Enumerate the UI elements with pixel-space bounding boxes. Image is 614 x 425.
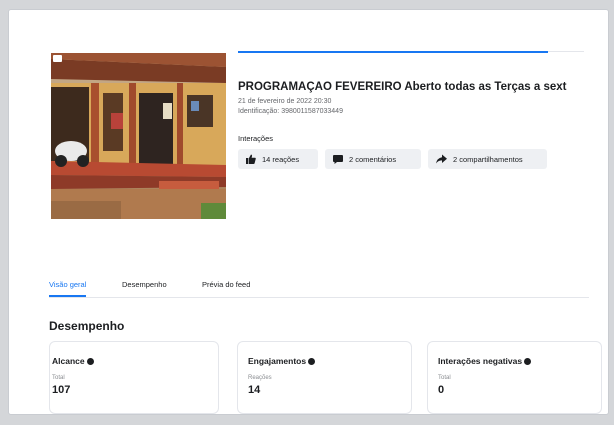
progress-track [548,51,584,52]
post-title: PROGRAMAÇÃO FEVEREIRO Aberto todas as Te… [238,81,567,93]
post-id: Identificação: 3980011587033449 [238,108,343,115]
metric-label: Interações negativas [438,356,532,366]
comment-icon [333,155,343,164]
metric-label: Engajamentos [248,356,316,366]
tab-performance[interactable]: Desempenho [122,274,167,295]
shares-chip[interactable]: 2 compartilhamentos [428,149,547,169]
metric-value: 107 [52,384,71,396]
reactions-count: 14 reações [262,154,300,164]
metric-card-engagement: Engajamentos Reações 14 [237,341,412,414]
thumbs-up-icon [246,154,256,164]
metric-sublabel: Total [438,375,451,381]
metric-sublabel: Total [52,375,65,381]
info-icon[interactable] [308,358,316,365]
metric-value: 0 [438,384,445,396]
share-icon [436,154,447,164]
metric-card-negative-interactions: Interações negativas Total 0 [427,341,602,414]
metric-card-reach: Alcance Total 107 [49,341,219,414]
progress-accent-line [238,51,548,53]
tabs-divider [49,297,589,298]
tab-feed-preview[interactable]: Prévia do feed [202,274,250,295]
section-title: Desempenho [49,319,125,333]
interactions-label: Interações [238,134,274,143]
thumbnail-badge [53,55,62,62]
reactions-chip[interactable]: 14 reações [238,149,318,169]
info-icon[interactable] [524,358,532,365]
comments-count: 2 comentários [349,154,397,164]
metric-label: Alcance [52,356,94,366]
post-date: 21 de fevereiro de 2022 20:30 [238,98,332,105]
metric-value: 14 [248,384,261,396]
comments-chip[interactable]: 2 comentários [325,149,421,169]
shares-count: 2 compartilhamentos [453,154,523,164]
post-thumbnail[interactable] [51,53,226,219]
post-insights-panel: PROGRAMAÇÃO FEVEREIRO Aberto todas as Te… [8,9,609,415]
thumbnail-image [51,53,226,219]
tab-overview[interactable]: Visão geral [49,274,87,297]
info-icon[interactable] [86,358,94,365]
metric-sublabel: Reações [248,375,272,381]
